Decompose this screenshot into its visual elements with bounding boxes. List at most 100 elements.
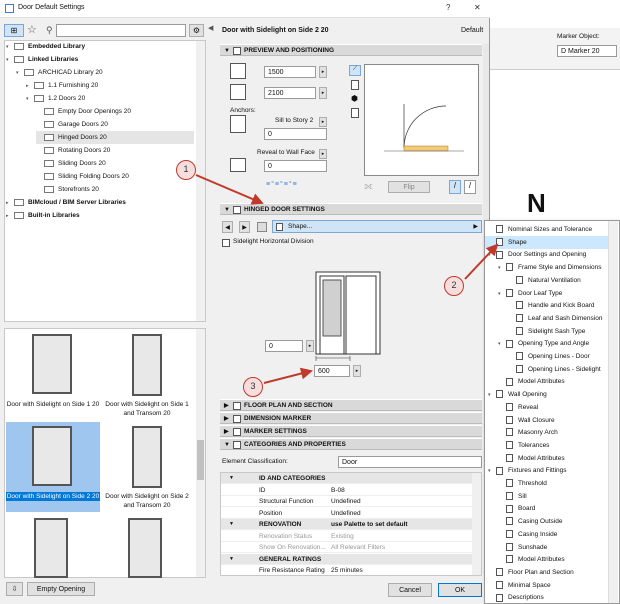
- tree-item[interactable]: ▸ BIMcloud / BIM Server Libraries: [6, 196, 194, 209]
- empty-opening-button[interactable]: Empty Opening: [27, 582, 95, 596]
- menu-item[interactable]: Opening Lines - Sidelight: [485, 363, 608, 376]
- tree-item[interactable]: ▾ ARCHICAD Library 20: [16, 66, 194, 79]
- door-thumbnail[interactable]: Door with Sidelight on Side 2 20: [6, 422, 100, 512]
- menu-item[interactable]: Minimal Space: [485, 579, 608, 592]
- width-arrow-button[interactable]: ▸: [319, 66, 327, 78]
- favorites-icon[interactable]: ☆: [27, 24, 37, 36]
- ok-button[interactable]: OK: [438, 583, 482, 597]
- menu-item[interactable]: ▾ Fixtures and Fittings: [485, 464, 608, 477]
- bottom-offset-field[interactable]: 0: [265, 340, 303, 352]
- height-arrow-button[interactable]: ▸: [319, 87, 327, 99]
- flip-mode-icon-2[interactable]: /: [464, 180, 476, 194]
- menu-item[interactable]: Model Attributes: [485, 553, 608, 566]
- menu-item[interactable]: Board: [485, 502, 608, 515]
- door-thumbnail[interactable]: Door with Sidelight on Side 1 and Transo…: [100, 330, 194, 420]
- expand-arrow-icon[interactable]: ▸: [6, 210, 14, 223]
- menu-item[interactable]: Sunshade: [485, 541, 608, 554]
- menu-item[interactable]: Shape: [485, 235, 608, 249]
- width-field[interactable]: 1500: [264, 66, 316, 78]
- menu-item[interactable]: Sill: [485, 490, 608, 503]
- next-page-button[interactable]: ▶: [239, 221, 250, 233]
- menu-item[interactable]: Leaf and Sash Dimension: [485, 312, 608, 325]
- section-hinged-door[interactable]: ▼ HINGED DOOR SETTINGS: [220, 203, 482, 215]
- flip-button[interactable]: Flip: [388, 181, 430, 193]
- menu-item[interactable]: Nominal Sizes and Tolerance: [485, 223, 608, 236]
- menu-item[interactable]: Handle and Kick Board: [485, 299, 608, 312]
- 3d-view-icon[interactable]: ⬢: [351, 94, 358, 103]
- reveal-field[interactable]: 0: [264, 160, 327, 172]
- anchor-options-icons[interactable]: ≡°≡°≡°≡: [266, 181, 298, 188]
- menu-item[interactable]: Model Attributes: [485, 375, 608, 388]
- page-selector[interactable]: Shape... ▶: [272, 220, 482, 233]
- favorites-bottom-button[interactable]: ⇩: [6, 582, 23, 596]
- reveal-arrow-button[interactable]: ▸: [319, 149, 327, 159]
- section-categories[interactable]: ▼ CATEGORIES AND PROPERTIES: [220, 438, 482, 450]
- tree-scrollbar[interactable]: [196, 41, 205, 321]
- tree-item[interactable]: Hinged Doors 20: [36, 131, 194, 144]
- expand-arrow-icon[interactable]: ▾: [16, 67, 24, 80]
- expand-arrow-icon[interactable]: ▾: [6, 54, 14, 67]
- menu-item[interactable]: Masonry Arch: [485, 426, 608, 439]
- property-row[interactable]: ID B-08: [221, 485, 473, 496]
- menu-item[interactable]: ▾ Opening Type and Angle: [485, 337, 608, 350]
- property-row[interactable]: Position Undefined: [221, 508, 473, 519]
- menu-item[interactable]: Threshold: [485, 477, 608, 490]
- menu-item[interactable]: Casing Inside: [485, 528, 608, 541]
- tree-item[interactable]: ▾ Linked Libraries: [6, 53, 194, 66]
- tree-item[interactable]: Rotating Doors 20: [36, 144, 194, 157]
- expand-arrow-icon[interactable]: ▾: [26, 93, 34, 106]
- section-view-icon[interactable]: [351, 108, 359, 118]
- plan-view-icon[interactable]: ⟋: [349, 65, 361, 76]
- properties-scrollbar[interactable]: [472, 473, 481, 575]
- menu-scrollbar[interactable]: [608, 221, 618, 603]
- property-row[interactable]: Show On Renovation... All Relevant Filter…: [221, 542, 473, 553]
- sidelight-width-field[interactable]: 600: [314, 365, 350, 377]
- expand-triangle-icon[interactable]: ▼: [229, 519, 234, 530]
- collapse-panel-icon[interactable]: ◀: [208, 24, 213, 32]
- section-marker-settings[interactable]: ▶ MARKER SETTINGS: [220, 425, 482, 437]
- tree-item[interactable]: ▸ 1.1 Furnishing 20: [26, 79, 194, 92]
- menu-item[interactable]: Descriptions: [485, 591, 608, 603]
- marker-object-field[interactable]: D Marker 20: [557, 45, 617, 57]
- section-preview[interactable]: ▼ PREVIEW AND POSITIONING: [220, 44, 482, 56]
- menu-item[interactable]: ▾ Frame Style and Dimensions: [485, 261, 608, 274]
- height-field[interactable]: 2100: [264, 87, 316, 99]
- sidelight-checkbox[interactable]: [222, 239, 230, 247]
- bottom-offset-arrow[interactable]: ▸: [306, 340, 314, 352]
- section-floor-plan[interactable]: ▶ FLOOR PLAN AND SECTION: [220, 399, 482, 411]
- tree-item[interactable]: Sliding Folding Doors 20: [36, 170, 194, 183]
- sill-arrow-button[interactable]: ▸: [319, 117, 327, 127]
- view-mode-button[interactable]: ⊞: [4, 24, 24, 37]
- help-button[interactable]: ?: [446, 3, 450, 12]
- cancel-button[interactable]: Cancel: [388, 583, 432, 597]
- tree-item[interactable]: Sliding Doors 20: [36, 157, 194, 170]
- tree-item[interactable]: ▾ Embedded Library: [6, 40, 194, 53]
- menu-item[interactable]: Opening Lines - Door: [485, 350, 608, 363]
- menu-item[interactable]: Tolerances: [485, 439, 608, 452]
- tree-item[interactable]: Garage Doors 20: [36, 118, 194, 131]
- property-row[interactable]: ID AND CATEGORIES ▼: [221, 473, 473, 484]
- tree-item[interactable]: ▾ 1.2 Doors 20: [26, 92, 194, 105]
- menu-item[interactable]: ▾ Door Leaf Type: [485, 287, 608, 300]
- menu-item[interactable]: Natural Ventilation: [485, 274, 608, 287]
- menu-item[interactable]: Floor Plan and Section: [485, 566, 608, 579]
- menu-item[interactable]: Reveal: [485, 401, 608, 414]
- door-preview-image[interactable]: [128, 518, 162, 578]
- close-button[interactable]: ✕: [474, 3, 481, 12]
- menu-item[interactable]: ▾ Door Settings and Opening: [485, 248, 608, 261]
- sill-field[interactable]: 0: [264, 128, 327, 140]
- menu-item[interactable]: Sidelight Sash Type: [485, 325, 608, 338]
- elevation-view-icon[interactable]: [351, 80, 359, 90]
- expand-triangle-icon[interactable]: ▼: [229, 473, 234, 484]
- section-dimension-marker[interactable]: ▶ DIMENSION MARKER: [220, 412, 482, 424]
- sidelight-width-arrow[interactable]: ▸: [353, 365, 361, 377]
- tree-item[interactable]: Empty Door Openings 20: [36, 105, 194, 118]
- property-row[interactable]: GENERAL RATINGS ▼: [221, 553, 473, 565]
- classification-select[interactable]: Door: [338, 456, 482, 468]
- library-search-input[interactable]: [56, 24, 186, 37]
- prev-page-button[interactable]: ◀: [222, 221, 233, 233]
- property-row[interactable]: Fire Resistance Rating 25 minutes: [221, 565, 473, 575]
- menu-item[interactable]: Model Attributes: [485, 452, 608, 465]
- menu-item[interactable]: ▾ Wall Opening: [485, 388, 608, 401]
- menu-item[interactable]: Casing Outside: [485, 515, 608, 528]
